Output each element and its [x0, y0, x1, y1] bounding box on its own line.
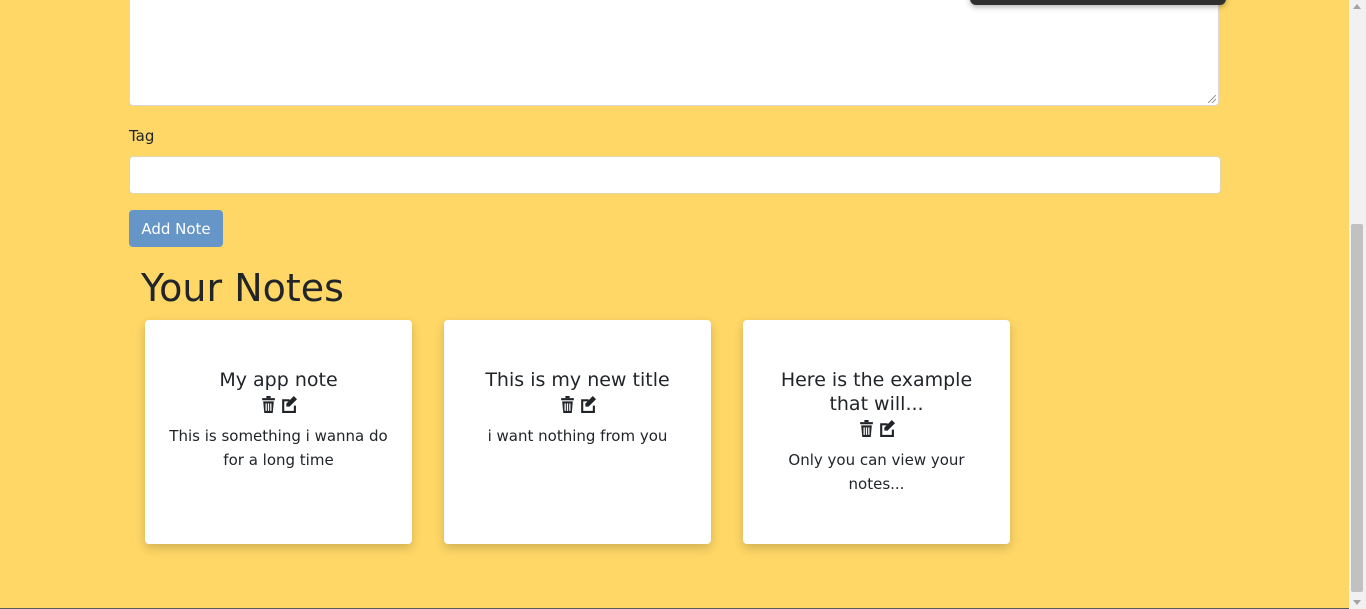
edit-icon[interactable]	[280, 395, 297, 413]
trash-icon[interactable]	[261, 395, 276, 413]
note-description: i want nothing from you	[487, 427, 668, 445]
tag-label: Tag	[129, 127, 155, 145]
note-description: Only you can view your notes...	[788, 451, 965, 493]
note-card: My app note This is something i wanna do…	[145, 320, 412, 544]
trash-icon[interactable]	[560, 395, 575, 413]
vertical-scrollbar[interactable]	[1349, 0, 1366, 609]
edit-icon[interactable]	[579, 395, 596, 413]
tag-input[interactable]	[129, 156, 1221, 194]
note-title: Here is the example that will...	[780, 369, 973, 415]
scroll-down-icon[interactable]	[1353, 600, 1361, 605]
note-actions	[767, 416, 986, 440]
resize-handle-icon[interactable]	[1208, 95, 1216, 103]
edit-icon[interactable]	[878, 419, 895, 437]
trash-icon[interactable]	[859, 419, 874, 437]
note-title: This is my new title	[485, 369, 670, 391]
note-actions	[468, 392, 687, 416]
note-card: Here is the example that will... Only yo…	[743, 320, 1010, 544]
your-notes-heading: Your Notes	[141, 266, 344, 310]
note-actions	[169, 392, 388, 416]
scroll-up-icon[interactable]	[1353, 4, 1361, 9]
toast-notification	[970, 0, 1226, 5]
description-textarea[interactable]	[129, 0, 1219, 106]
note-title: My app note	[219, 369, 338, 391]
note-description: This is something i wanna do for a long …	[169, 427, 388, 469]
note-card: This is my new title i want nothing from…	[444, 320, 711, 544]
scroll-thumb[interactable]	[1351, 224, 1363, 592]
add-note-button[interactable]: Add Note	[129, 210, 223, 247]
